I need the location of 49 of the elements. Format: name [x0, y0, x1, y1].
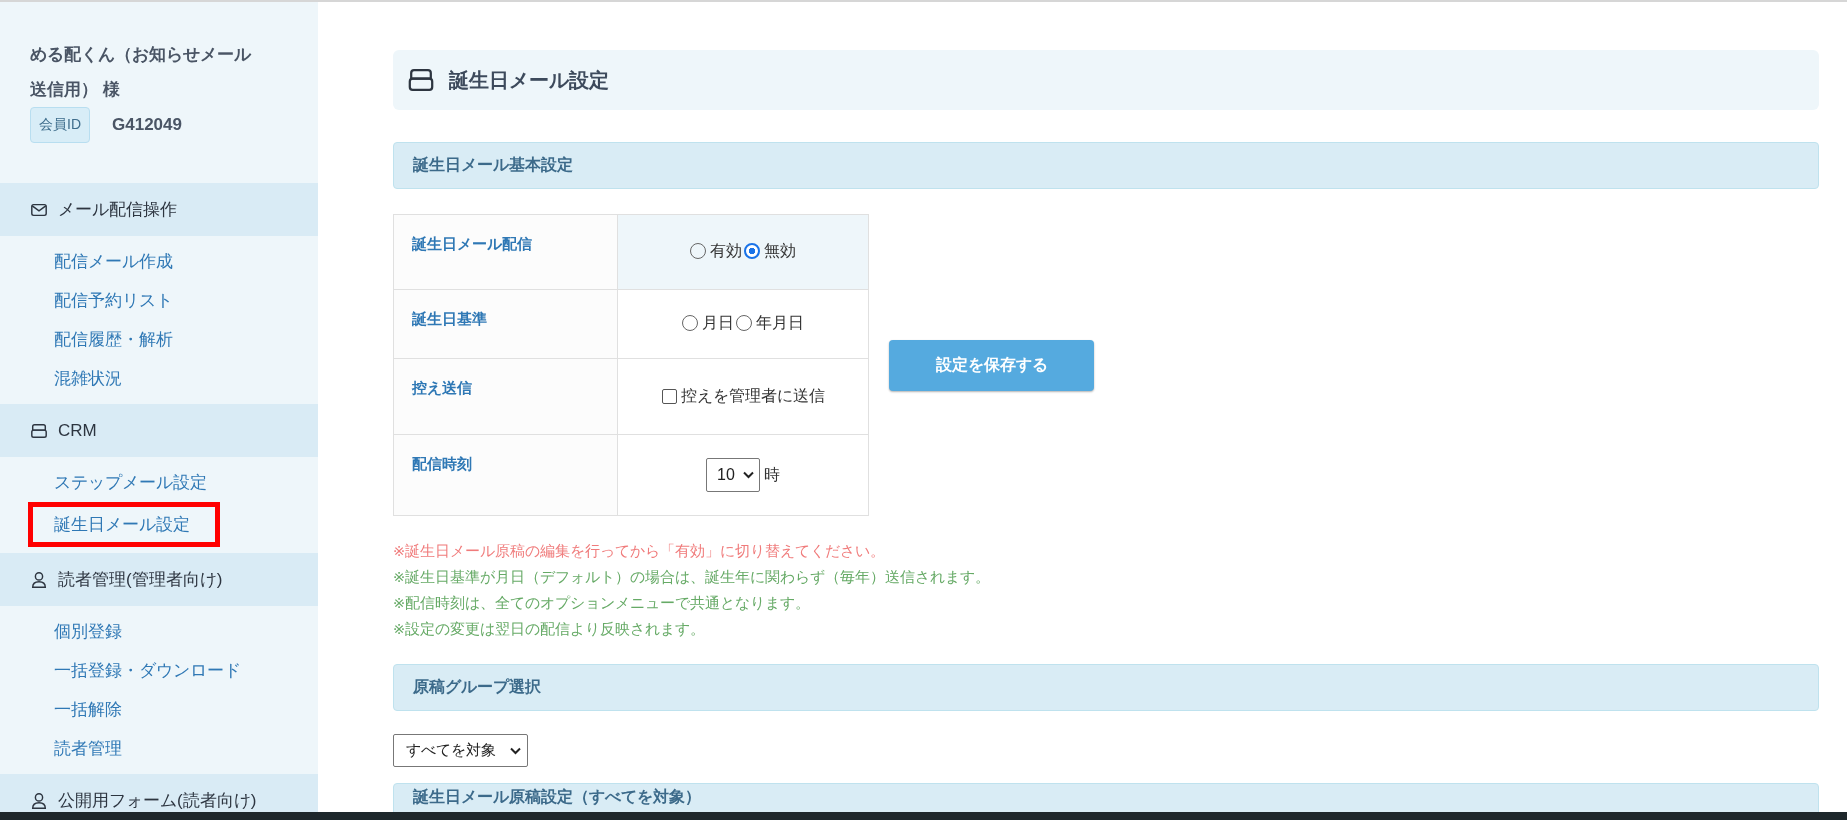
nav-link[interactable]: 個別登録	[28, 612, 148, 651]
note-text: ※誕生日メール原稿の編集を行ってから「有効」に切り替えてください。	[393, 542, 887, 561]
member-id-label: 会員ID	[30, 107, 90, 143]
nav-link[interactable]: 誕生日メール設定	[28, 502, 220, 547]
radio-option[interactable]: 有効	[690, 240, 742, 262]
nav-link[interactable]: ステップメール設定	[28, 463, 233, 502]
nav-section-title: 読者管理(管理者向け)	[58, 569, 223, 591]
person-icon	[30, 570, 48, 589]
nav-link[interactable]: 一括登録・ダウンロード	[28, 651, 267, 690]
checkbox-option[interactable]: 控えを管理者に送信	[661, 385, 825, 407]
checkbox[interactable]	[661, 388, 677, 404]
chevron-down-icon	[510, 746, 521, 755]
unit-label: 時	[763, 466, 780, 483]
section-header: 原稿グループ選択	[393, 664, 1819, 711]
nav-section-title: メール配信操作	[58, 199, 177, 221]
hour-select[interactable]: 10	[706, 458, 760, 492]
user-name: める配くん（お知らせメール送信用） 様	[30, 44, 253, 101]
chevron-down-icon	[742, 471, 754, 479]
member-id: G412049	[112, 115, 182, 135]
group-select[interactable]: すべてを対象	[393, 734, 528, 767]
nav-link[interactable]: 一括解除	[28, 690, 148, 729]
nav-link[interactable]: 混雑状況	[28, 359, 148, 398]
nav-section-title: 公開用フォーム(読者向け)	[58, 790, 257, 812]
radio-button[interactable]	[744, 243, 760, 260]
section-header: 誕生日メール基本設定	[393, 142, 1819, 189]
nav-link[interactable]: 配信予約リスト	[28, 281, 199, 320]
radio-option[interactable]: 年月日	[736, 312, 804, 334]
page-title: 誕生日メール設定	[449, 67, 609, 93]
nav-section-header[interactable]: メール配信操作	[0, 183, 318, 236]
row-label: 配信時刻	[393, 434, 618, 516]
note-text: ※配信時刻は、全てのオプションメニューで共通となります。	[393, 594, 812, 613]
drawer-icon	[30, 421, 48, 440]
row-label: 誕生日メール配信	[393, 214, 618, 290]
nav-section-header[interactable]: CRM	[0, 404, 318, 457]
nav-link[interactable]: 読者管理	[28, 729, 148, 768]
drawer-icon	[407, 66, 435, 94]
nav-section-header[interactable]: 公開用フォーム(読者向け)	[0, 774, 318, 812]
row-label: 誕生日基準	[393, 289, 618, 359]
nav-section-title: CRM	[58, 420, 97, 441]
person-icon	[30, 791, 48, 810]
note-text: ※設定の変更は翌日の配信より反映されます。	[393, 620, 707, 639]
nav-section-header[interactable]: 読者管理(管理者向け)	[0, 553, 318, 606]
section-header: 誕生日メール原稿設定（すべてを対象）	[393, 783, 1819, 812]
note-text: ※誕生日基準が月日（デフォルト）の場合は、誕生年に関わらず（毎年）送信されます。	[393, 568, 992, 587]
nav-link[interactable]: 配信履歴・解析	[28, 320, 199, 359]
radio-option[interactable]: 月日	[682, 312, 734, 334]
nav-link[interactable]: 配信メール作成	[28, 242, 199, 281]
radio-option[interactable]: 無効	[744, 240, 796, 262]
row-label: 控え送信	[393, 358, 618, 435]
